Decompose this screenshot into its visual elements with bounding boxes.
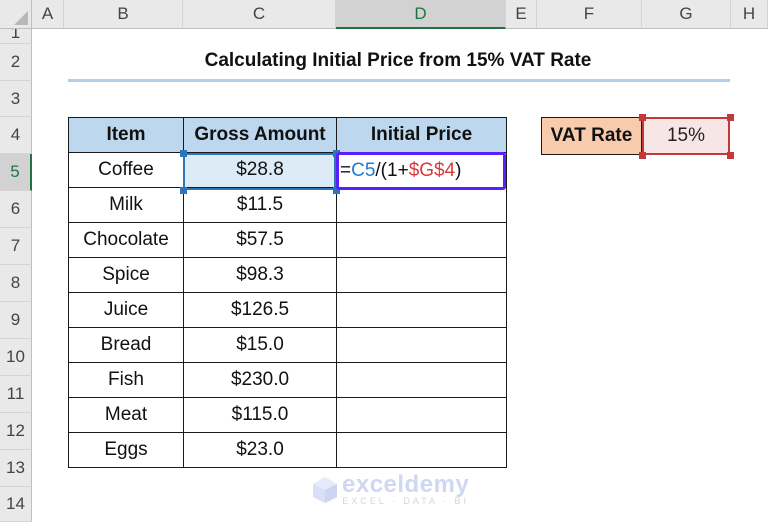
formula-close-paren: ) xyxy=(455,160,462,181)
row-header-13[interactable]: 13 xyxy=(0,450,32,487)
table-header-row: Item Gross Amount Initial Price xyxy=(68,117,507,153)
item-cell[interactable]: Chocolate xyxy=(68,222,184,258)
initial-price-cell[interactable] xyxy=(336,187,507,223)
column-header-e[interactable]: E xyxy=(506,0,537,29)
row-header-11[interactable]: 11 xyxy=(0,376,32,413)
row-header-10[interactable]: 10 xyxy=(0,339,32,376)
row-header-6[interactable]: 6 xyxy=(0,191,32,228)
row-header-14[interactable]: 14 xyxy=(0,487,32,522)
initial-price-cell[interactable] xyxy=(336,292,507,328)
formula-ref-c5: C5 xyxy=(351,160,376,181)
initial-price-cell[interactable] xyxy=(336,432,507,468)
table-row: Spice $98.3 xyxy=(68,257,507,293)
reference-resize-handle[interactable] xyxy=(727,152,734,159)
row-header-3[interactable]: 3 xyxy=(0,81,32,117)
row-header-4[interactable]: 4 xyxy=(0,117,32,154)
gross-cell[interactable]: $15.0 xyxy=(183,327,337,363)
header-item[interactable]: Item xyxy=(68,117,184,153)
header-initial-price[interactable]: Initial Price xyxy=(336,117,507,153)
item-cell[interactable]: Milk xyxy=(68,187,184,223)
table-row: Milk $11.5 xyxy=(68,187,507,223)
table-row: Chocolate $57.5 xyxy=(68,222,507,258)
item-cell[interactable]: Juice xyxy=(68,292,184,328)
gross-cell[interactable]: $230.0 xyxy=(183,362,337,398)
row-header-1[interactable]: 1 xyxy=(0,29,32,44)
vat-rate-label[interactable]: VAT Rate xyxy=(541,117,642,155)
initial-price-cell[interactable] xyxy=(336,222,507,258)
table-row: Juice $126.5 xyxy=(68,292,507,328)
row-header-9[interactable]: 9 xyxy=(0,302,32,339)
formula-ref-g4: $G$4 xyxy=(408,160,456,181)
vat-rate-value[interactable]: 15% xyxy=(642,117,730,155)
exceldemy-logo-icon xyxy=(312,476,338,504)
select-all-triangle-icon xyxy=(14,11,28,25)
select-all-corner[interactable] xyxy=(0,0,32,29)
header-gross-amount[interactable]: Gross Amount xyxy=(183,117,337,153)
reference-resize-handle[interactable] xyxy=(727,114,734,121)
watermark-brand: exceldemy xyxy=(342,471,470,498)
column-header-g[interactable]: G xyxy=(642,0,731,29)
reference-resize-handle[interactable] xyxy=(639,152,646,159)
sheet-title: Calculating Initial Price from 15% VAT R… xyxy=(204,50,592,71)
table-row: Eggs $23.0 xyxy=(68,432,507,468)
item-cell[interactable]: Eggs xyxy=(68,432,184,468)
column-header-a[interactable]: A xyxy=(32,0,64,29)
column-header-c[interactable]: C xyxy=(183,0,336,29)
watermark-tagline: EXCEL · DATA · BI xyxy=(342,496,470,506)
exceldemy-watermark: exceldemy EXCEL · DATA · BI xyxy=(312,471,470,506)
item-cell[interactable]: Coffee xyxy=(68,152,184,188)
item-cell[interactable]: Meat xyxy=(68,397,184,433)
reference-resize-handle[interactable] xyxy=(180,150,187,157)
column-header-h[interactable]: H xyxy=(731,0,768,29)
row-header-5[interactable]: 5 xyxy=(0,154,32,191)
item-cell[interactable]: Fish xyxy=(68,362,184,398)
gross-cell[interactable]: $115.0 xyxy=(183,397,337,433)
reference-resize-handle[interactable] xyxy=(180,187,187,194)
gross-cell[interactable]: $23.0 xyxy=(183,432,337,468)
column-header-b[interactable]: B xyxy=(64,0,183,29)
row-header-12[interactable]: 12 xyxy=(0,413,32,450)
title-underline xyxy=(68,79,730,82)
table-row: Bread $15.0 xyxy=(68,327,507,363)
reference-resize-handle[interactable] xyxy=(639,114,646,121)
initial-price-cell[interactable] xyxy=(336,327,507,363)
gross-cell[interactable]: $11.5 xyxy=(183,187,337,223)
gross-cell[interactable]: $28.8 xyxy=(183,152,337,188)
gross-cell[interactable]: $98.3 xyxy=(183,257,337,293)
row-header-2[interactable]: 2 xyxy=(0,44,32,81)
item-cell[interactable]: Spice xyxy=(68,257,184,293)
gross-cell[interactable]: $126.5 xyxy=(183,292,337,328)
column-header-d[interactable]: D xyxy=(336,0,506,29)
initial-price-cell[interactable] xyxy=(336,257,507,293)
formula-equals: = xyxy=(340,160,352,181)
gross-cell[interactable]: $57.5 xyxy=(183,222,337,258)
formula-edit-cell-d5[interactable]: = C5/(1+ $G$4) xyxy=(336,152,506,190)
row-header-8[interactable]: 8 xyxy=(0,265,32,302)
column-header-f[interactable]: F xyxy=(537,0,642,29)
item-cell[interactable]: Bread xyxy=(68,327,184,363)
initial-price-cell[interactable] xyxy=(336,397,507,433)
row-header-7[interactable]: 7 xyxy=(0,228,32,265)
table-row: Fish $230.0 xyxy=(68,362,507,398)
formula-operator: /(1+ xyxy=(375,160,409,181)
table-row: Meat $115.0 xyxy=(68,397,507,433)
initial-price-cell[interactable] xyxy=(336,362,507,398)
